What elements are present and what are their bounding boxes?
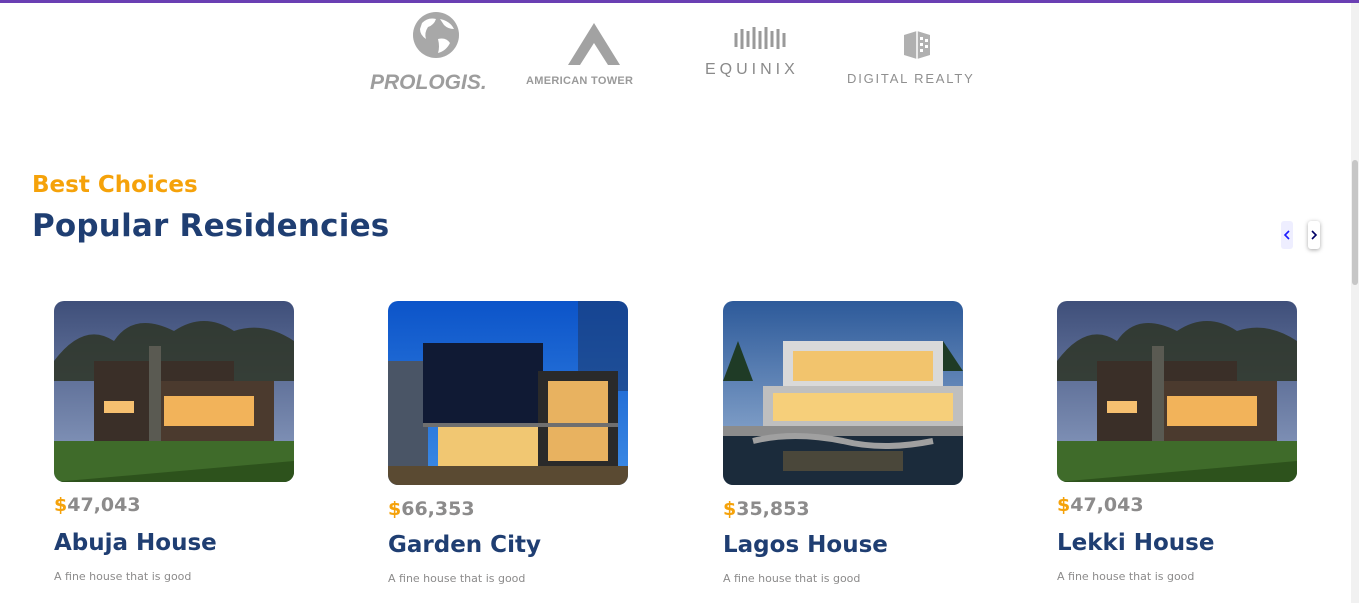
partner-name: PROLOGIS.: [370, 71, 487, 94]
residency-description: A fine house that is good: [723, 572, 861, 585]
currency-symbol: $: [723, 498, 737, 520]
equinix-wave-icon: [734, 27, 786, 49]
price-value: 35,853: [736, 498, 810, 520]
scrollbar-thumb[interactable]: [1352, 160, 1358, 285]
currency-symbol: $: [54, 494, 68, 516]
page-scrollbar[interactable]: [1351, 3, 1359, 603]
tower-icon: [568, 23, 620, 65]
residency-name[interactable]: Lagos House: [723, 532, 963, 558]
currency-symbol: $: [388, 498, 402, 520]
residency-price: $66,353: [388, 498, 628, 520]
residency-image: [723, 301, 963, 485]
section-eyebrow: Best Choices: [32, 172, 198, 198]
residency-price: $35,853: [723, 498, 963, 520]
residency-name[interactable]: Lekki House: [1057, 530, 1297, 556]
price-value: 66,353: [401, 498, 475, 520]
section-title: Popular Residencies: [32, 208, 390, 244]
residency-card[interactable]: $47,043 Abuja House A fine house that is…: [54, 301, 294, 583]
partner-logo-american-tower: AMERICAN TOWER: [526, 23, 668, 93]
residency-price: $47,043: [1057, 494, 1297, 516]
residency-image: [1057, 301, 1297, 482]
residency-price: $47,043: [54, 494, 294, 516]
residency-card[interactable]: $35,853 Lagos House A fine house that is…: [723, 301, 963, 585]
residency-image: [388, 301, 628, 485]
globe-icon: [413, 12, 459, 58]
partner-logo-digital-realty: DIGITAL REALTY: [846, 29, 988, 86]
residency-name[interactable]: Garden City: [388, 532, 628, 558]
carousel-next-button[interactable]: [1308, 221, 1320, 249]
partner-name: EQUINIX: [705, 61, 799, 78]
currency-symbol: $: [1057, 494, 1071, 516]
partner-logo-prologis: PROLOGIS.: [368, 7, 508, 99]
residency-image: [54, 301, 294, 482]
residency-card[interactable]: $47,043 Lekki House A fine house that is…: [1057, 301, 1297, 583]
residency-card[interactable]: $66,353 Garden City A fine house that is…: [388, 301, 628, 585]
residency-description: A fine house that is good: [388, 572, 526, 585]
residency-description: A fine house that is good: [54, 570, 192, 583]
chevron-left-icon: [1283, 230, 1290, 240]
partner-name: DIGITAL REALTY: [847, 71, 975, 86]
price-value: 47,043: [67, 494, 141, 516]
partner-name: AMERICAN TOWER: [526, 75, 634, 87]
partner-logo-equinix: EQUINIX: [702, 25, 812, 85]
partner-logos: PROLOGIS. AMERICAN TOWER EQUINIX DIGITAL…: [0, 3, 1351, 103]
price-value: 47,043: [1070, 494, 1144, 516]
residency-description: A fine house that is good: [1057, 570, 1195, 583]
cube-icon: [904, 31, 930, 59]
residency-name[interactable]: Abuja House: [54, 530, 294, 556]
chevron-right-icon: [1311, 230, 1318, 240]
carousel-prev-button[interactable]: [1281, 221, 1293, 249]
